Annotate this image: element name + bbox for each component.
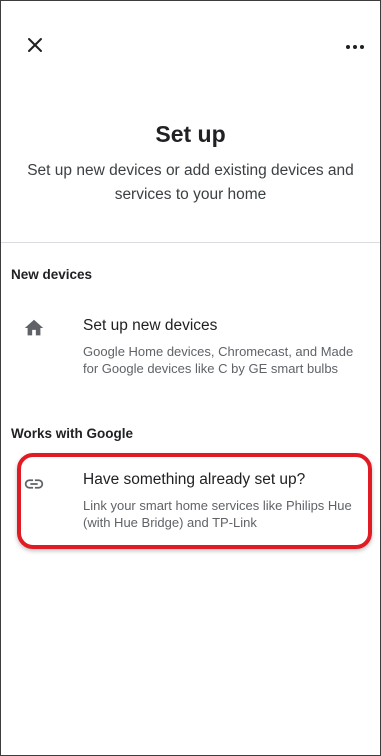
page-header: Set up Set up new devices or add existin… — [1, 119, 380, 207]
item-description: Google Home devices, Chromecast, and Mad… — [83, 344, 354, 376]
setup-screen: Set up Set up new devices or add existin… — [0, 0, 381, 756]
item-description: Link your smart home services like Phili… — [83, 498, 352, 530]
more-options-button[interactable] — [344, 39, 366, 49]
page-subtitle: Set up new devices or add existing devic… — [27, 162, 354, 203]
set-up-new-devices-item[interactable]: Set up new devices Google Home devices, … — [1, 311, 380, 391]
header-divider — [1, 242, 380, 243]
link-icon — [24, 479, 44, 489]
close-icon — [28, 38, 42, 52]
item-title: Set up new devices — [83, 317, 218, 334]
section-heading-new-devices: New devices — [11, 267, 93, 282]
item-title: Have something already set up? — [83, 471, 306, 488]
home-icon — [24, 319, 44, 336]
close-button[interactable] — [25, 35, 45, 55]
top-app-bar — [1, 1, 380, 91]
link-existing-services-item[interactable]: Have something already set up? Link your… — [1, 463, 380, 539]
page-title: Set up — [155, 121, 226, 147]
section-heading-works-with-google: Works with Google — [11, 426, 134, 441]
more-horizontal-icon — [346, 45, 364, 49]
